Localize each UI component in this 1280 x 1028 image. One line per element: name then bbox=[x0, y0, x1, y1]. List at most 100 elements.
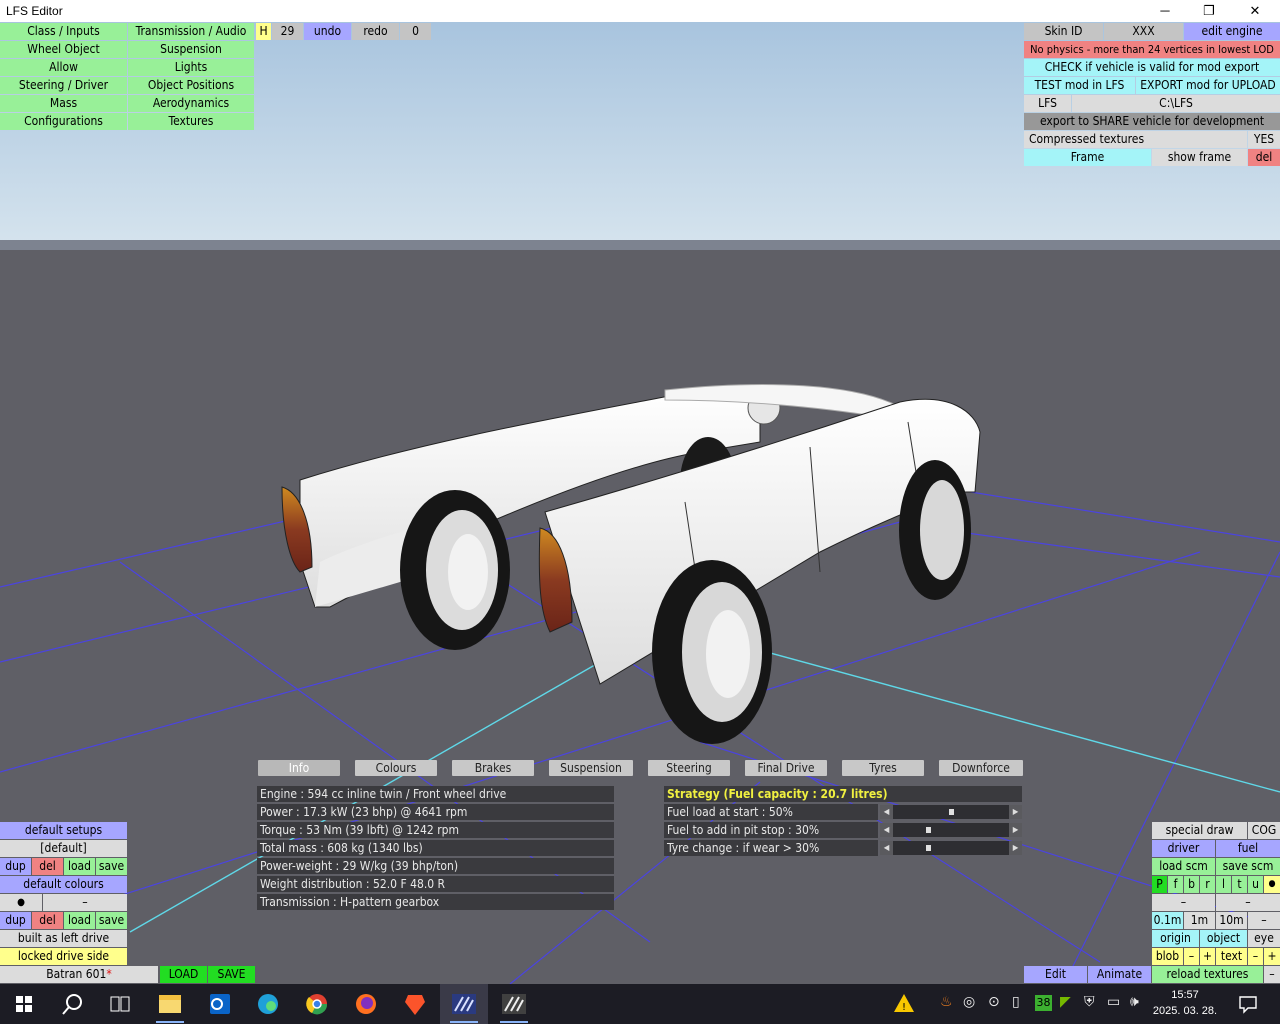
setup-dup-button[interactable]: dup bbox=[0, 858, 31, 875]
tab-colours[interactable]: Colours bbox=[355, 760, 437, 776]
vehicle-name[interactable]: Batran 601* bbox=[0, 966, 158, 983]
view-l-toggle[interactable]: l bbox=[1216, 876, 1231, 893]
slider-left-arrow-icon[interactable]: ◀ bbox=[880, 841, 893, 855]
load-scm-button[interactable]: load scm bbox=[1152, 858, 1215, 875]
colour-dash-button[interactable]: – bbox=[43, 894, 127, 911]
view-u-toggle[interactable]: u bbox=[1248, 876, 1263, 893]
tab-downforce[interactable]: Downforce bbox=[939, 760, 1023, 776]
slider-left-arrow-icon[interactable]: ◀ bbox=[880, 805, 893, 819]
tray-sync-icon[interactable]: ⊙ bbox=[988, 994, 1000, 1010]
text-button[interactable]: text bbox=[1216, 948, 1247, 965]
colour-dup-button[interactable]: dup bbox=[0, 912, 31, 929]
export-share-button[interactable]: export to SHARE vehicle for development bbox=[1024, 113, 1280, 130]
load-vehicle-button[interactable]: LOAD bbox=[160, 966, 207, 983]
frame-button[interactable]: Frame bbox=[1024, 149, 1151, 166]
reload-textures-button[interactable]: reload textures bbox=[1152, 966, 1263, 983]
chrome-icon[interactable] bbox=[293, 984, 341, 1024]
cog-button[interactable]: COG bbox=[1248, 822, 1280, 839]
step-dash-right[interactable]: – bbox=[1216, 894, 1280, 911]
tab-suspension[interactable]: Suspension bbox=[549, 760, 633, 776]
tray-warning-icon[interactable]: ! bbox=[893, 992, 915, 1018]
menu-wheel-object[interactable]: Wheel Object bbox=[0, 41, 127, 58]
lfs-button[interactable]: LFS bbox=[1024, 95, 1071, 112]
tab-brakes[interactable]: Brakes bbox=[452, 760, 534, 776]
outlook-icon[interactable] bbox=[196, 984, 244, 1024]
menu-class-inputs[interactable]: Class / Inputs bbox=[0, 23, 127, 40]
locked-drive-side-toggle[interactable]: locked drive side bbox=[0, 948, 127, 965]
reload-dash-button[interactable]: – bbox=[1264, 966, 1280, 983]
colour-load-button[interactable]: load bbox=[64, 912, 95, 929]
redo-button[interactable]: redo bbox=[352, 23, 399, 40]
colour-del-button[interactable]: del bbox=[32, 912, 63, 929]
menu-textures[interactable]: Textures bbox=[128, 113, 254, 130]
slider-left-arrow-icon[interactable]: ◀ bbox=[880, 823, 893, 837]
restore-button[interactable]: ❐ bbox=[1186, 0, 1232, 22]
lfs-editor-taskbar-icon[interactable] bbox=[440, 984, 488, 1024]
tab-info[interactable]: Info bbox=[258, 760, 340, 776]
h-button[interactable]: H bbox=[256, 23, 271, 40]
show-frame-button[interactable]: show frame bbox=[1152, 149, 1247, 166]
text-minus-button[interactable]: – bbox=[1248, 948, 1263, 965]
slider-knob[interactable] bbox=[948, 809, 954, 815]
slider-knob[interactable] bbox=[926, 845, 932, 851]
slider-right-arrow-icon[interactable]: ▶ bbox=[1009, 823, 1022, 837]
setup-load-button[interactable]: load bbox=[64, 858, 95, 875]
tray-badge-icon[interactable]: 38 bbox=[1035, 995, 1052, 1011]
notifications-icon[interactable] bbox=[1238, 994, 1258, 1018]
skin-id-button[interactable]: Skin ID bbox=[1024, 23, 1103, 40]
scale-0-1m-button[interactable]: 0.1m bbox=[1152, 912, 1183, 929]
object-button[interactable]: object bbox=[1200, 930, 1247, 947]
save-vehicle-button[interactable]: SAVE bbox=[208, 966, 255, 983]
edit-engine-button[interactable]: edit engine bbox=[1184, 23, 1280, 40]
slider-right-arrow-icon[interactable]: ▶ bbox=[1009, 805, 1022, 819]
animate-mode-button[interactable]: Animate bbox=[1088, 966, 1151, 983]
fuel-pit-slider[interactable]: ◀ ▶ bbox=[880, 823, 1022, 837]
blob-minus-button[interactable]: – bbox=[1184, 948, 1199, 965]
tab-tyres[interactable]: Tyres bbox=[842, 760, 924, 776]
brave-icon[interactable] bbox=[391, 984, 439, 1024]
menu-configurations[interactable]: Configurations bbox=[0, 113, 127, 130]
menu-steering-driver[interactable]: Steering / Driver bbox=[0, 77, 127, 94]
save-scm-button[interactable]: save scm bbox=[1216, 858, 1280, 875]
tyre-change-slider[interactable]: ◀ ▶ bbox=[880, 841, 1022, 855]
menu-object-positions[interactable]: Object Positions bbox=[128, 77, 254, 94]
menu-suspension[interactable]: Suspension bbox=[128, 41, 254, 58]
view-dot-toggle[interactable]: ● bbox=[1264, 876, 1280, 893]
special-draw-button[interactable]: special draw bbox=[1152, 822, 1247, 839]
default-setups-button[interactable]: default setups bbox=[0, 822, 127, 839]
view-r-toggle[interactable]: r bbox=[1200, 876, 1215, 893]
tray-usb-icon[interactable]: ▯ bbox=[1012, 994, 1020, 1010]
slider-knob[interactable] bbox=[926, 827, 932, 833]
view-f-toggle[interactable]: f bbox=[1168, 876, 1183, 893]
view-p-toggle[interactable]: P bbox=[1152, 876, 1167, 893]
check-valid-button[interactable]: CHECK if vehicle is valid for mod export bbox=[1024, 59, 1280, 76]
menu-transmission-audio[interactable]: Transmission / Audio bbox=[128, 23, 254, 40]
colour-dot-button[interactable]: ● bbox=[0, 894, 42, 911]
step-dash-left[interactable]: – bbox=[1152, 894, 1215, 911]
compressed-textures-toggle[interactable]: YES bbox=[1248, 131, 1280, 148]
tab-final-drive[interactable]: Final Drive bbox=[745, 760, 827, 776]
firefox-icon[interactable] bbox=[342, 984, 390, 1024]
tray-security-icon[interactable]: ⛨ bbox=[1084, 994, 1095, 1010]
scale-1m-button[interactable]: 1m bbox=[1184, 912, 1215, 929]
fuel-start-slider[interactable]: ◀ ▶ bbox=[880, 805, 1022, 819]
blob-button[interactable]: blob bbox=[1152, 948, 1183, 965]
clock-date[interactable]: 2025. 03. 28. bbox=[1152, 1005, 1218, 1017]
tray-network-icon[interactable]: ▭ bbox=[1107, 994, 1120, 1010]
menu-mass[interactable]: Mass bbox=[0, 95, 127, 112]
edit-mode-button[interactable]: Edit bbox=[1024, 966, 1087, 983]
text-plus-button[interactable]: + bbox=[1264, 948, 1280, 965]
menu-aerodynamics[interactable]: Aerodynamics bbox=[128, 95, 254, 112]
task-view-icon[interactable] bbox=[96, 984, 144, 1024]
file-explorer-icon[interactable] bbox=[146, 984, 194, 1024]
scale-10m-button[interactable]: 10m bbox=[1216, 912, 1247, 929]
clock-time[interactable]: 15:57 bbox=[1152, 989, 1218, 1001]
undo-button[interactable]: undo bbox=[304, 23, 351, 40]
scale-dash-button[interactable]: – bbox=[1248, 912, 1280, 929]
tray-volume-icon[interactable]: 🕪 bbox=[1130, 994, 1139, 1010]
frame-delete-button[interactable]: del bbox=[1248, 149, 1280, 166]
start-windows-icon[interactable] bbox=[0, 984, 48, 1024]
setup-save-button[interactable]: save bbox=[96, 858, 127, 875]
slider-right-arrow-icon[interactable]: ▶ bbox=[1009, 841, 1022, 855]
lfs-taskbar-icon[interactable] bbox=[490, 984, 538, 1024]
